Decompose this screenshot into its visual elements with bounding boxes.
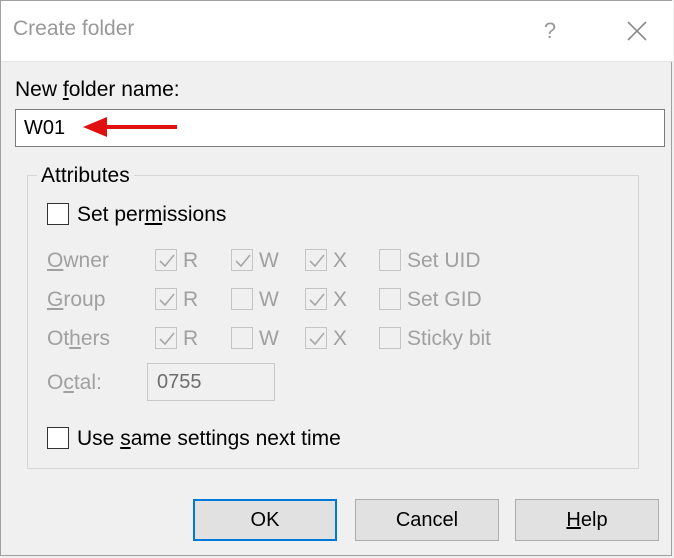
set-permissions-label: Set permissions (77, 203, 227, 226)
group-execute-label: X (333, 288, 348, 311)
set-gid-checkbox[interactable] (379, 288, 401, 310)
use-same-settings-label: Use same settings next time (77, 427, 341, 450)
owner-write-label: W (259, 249, 279, 272)
group-write-checkbox[interactable] (231, 288, 253, 310)
set-gid-label: Set GID (407, 288, 482, 311)
owner-read-checkbox[interactable] (155, 249, 177, 271)
window-title: Create folder (13, 17, 135, 40)
owner-execute-checkbox[interactable] (305, 249, 327, 271)
set-uid-label: Set UID (407, 249, 481, 272)
use-same-settings-checkbox[interactable] (47, 427, 69, 449)
title-bar: Create folder ? (1, 1, 673, 62)
owner-read-label: R (183, 249, 199, 272)
set-uid-checkbox[interactable] (379, 249, 401, 271)
sticky-bit-label: Sticky bit (407, 327, 492, 350)
cancel-button[interactable]: Cancel (355, 499, 499, 541)
close-icon[interactable] (619, 13, 655, 49)
group-read-checkbox[interactable] (155, 288, 177, 310)
others-execute-checkbox[interactable] (305, 327, 327, 349)
others-read-checkbox[interactable] (155, 327, 177, 349)
owner-execute-label: X (333, 249, 348, 272)
set-permissions-checkbox[interactable] (47, 203, 69, 225)
ok-button[interactable]: OK (193, 499, 337, 541)
owner-write-checkbox[interactable] (231, 249, 253, 271)
new-folder-name-label: New folder name: (15, 78, 180, 101)
octal-label: Octal: (47, 371, 102, 394)
group-execute-checkbox[interactable] (305, 288, 327, 310)
octal-field[interactable]: 0755 (147, 363, 275, 401)
help-button[interactable]: Help (515, 499, 659, 541)
others-read-label: R (183, 327, 199, 350)
others-execute-label: X (333, 327, 348, 350)
create-folder-dialog: Create folder ? New folder name: Attribu… (0, 0, 673, 556)
group-label: Group (47, 288, 106, 311)
attributes-title: Attributes (37, 164, 134, 188)
others-label: Others (47, 327, 111, 350)
others-write-label: W (259, 327, 279, 350)
sticky-bit-checkbox[interactable] (379, 327, 401, 349)
help-icon[interactable]: ? (535, 13, 565, 49)
group-read-label: R (183, 288, 199, 311)
red-arrow-icon (83, 117, 177, 137)
group-write-label: W (259, 288, 279, 311)
others-write-checkbox[interactable] (231, 327, 253, 349)
owner-label: Owner (47, 249, 109, 272)
